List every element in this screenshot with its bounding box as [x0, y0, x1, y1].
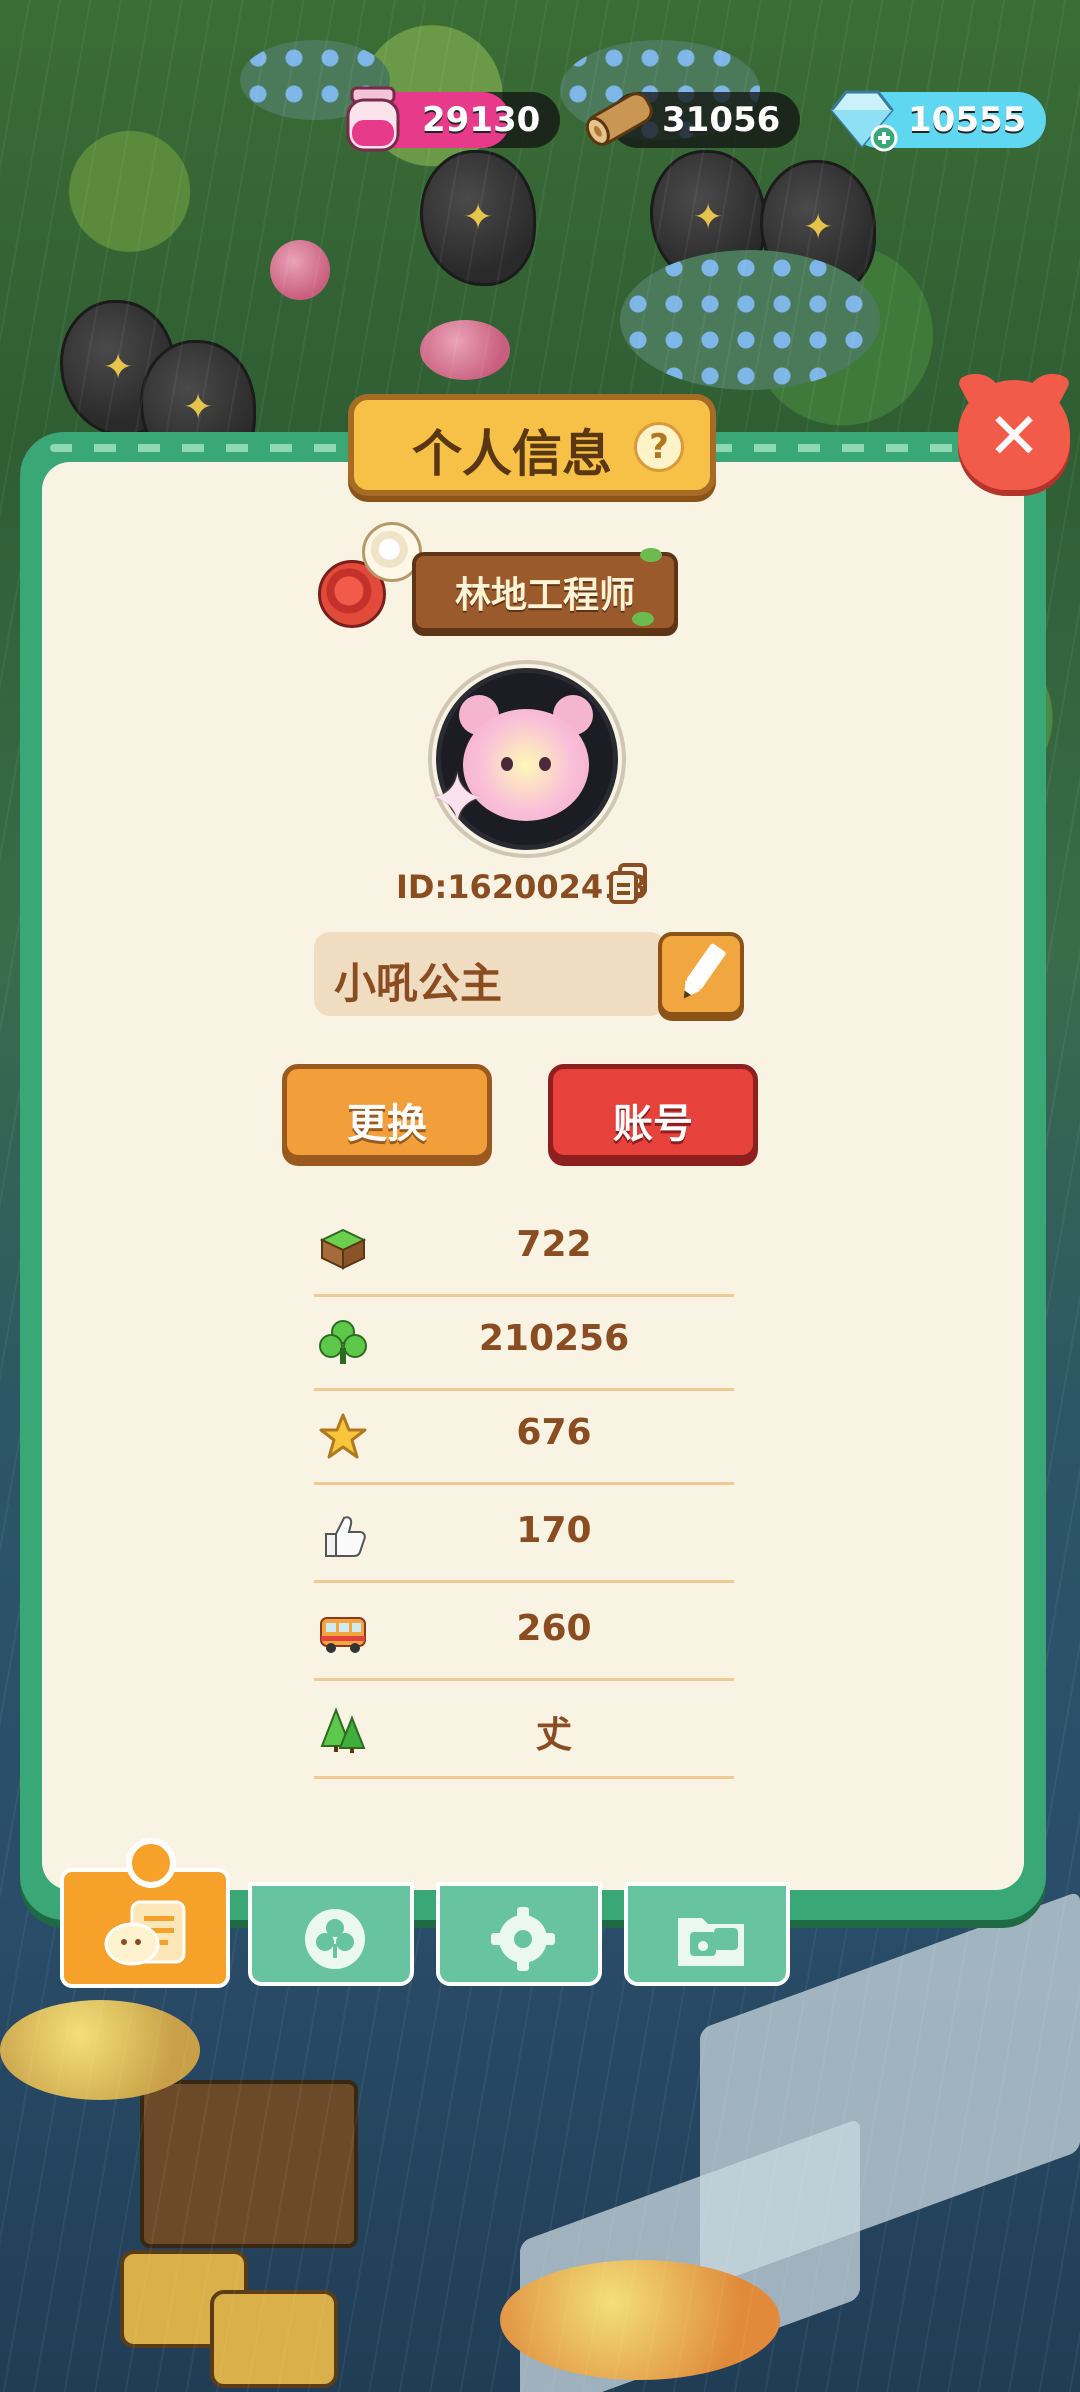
photo-folder-icon [670, 1904, 752, 1974]
diamond-icon[interactable] [822, 84, 902, 154]
close-icon: ✕ [987, 400, 1041, 474]
gems-value: 10555 [908, 100, 1027, 140]
leaf-icon [632, 612, 654, 626]
stat-value: 210256 [478, 1318, 630, 1359]
bear-eye [501, 757, 513, 771]
clover-badge-icon [294, 1904, 376, 1974]
market-stall [140, 2080, 358, 2248]
account-button-label: 账号 [613, 1101, 693, 1147]
wood-value: 31056 [662, 100, 781, 140]
title-badge-label: 林地工程师 [454, 575, 635, 616]
panel-title: 个人信息 [412, 425, 612, 483]
stat-row-clover: 210256 [314, 1292, 734, 1391]
stat-value: 722 [516, 1224, 592, 1265]
stat-row-grass: 722 [314, 1198, 734, 1297]
close-button[interactable]: ✕ [958, 380, 1070, 490]
gear-icon [482, 1904, 564, 1974]
profile-card-icon [102, 1898, 186, 1968]
stat-value: 676 [516, 1412, 592, 1453]
tab-badges[interactable] [248, 1882, 414, 1986]
panel-title-plate: 个人信息 ? [348, 394, 716, 496]
dark-rock-icon [420, 150, 536, 286]
tab-album[interactable] [624, 1882, 790, 1986]
potion-jar-icon [344, 84, 402, 154]
flower-patch [620, 250, 880, 390]
potion-value: 29130 [422, 100, 541, 140]
pencil-icon [683, 943, 726, 999]
tab-ring [126, 1838, 176, 1888]
pine-trees-icon [318, 1706, 368, 1756]
edit-name-button[interactable] [658, 932, 744, 1016]
grass-block-icon [318, 1224, 368, 1274]
tab-settings[interactable] [436, 1882, 602, 1986]
flower-bush [270, 240, 330, 300]
change-button[interactable]: 更换 [282, 1064, 492, 1160]
star-icon [318, 1412, 368, 1462]
stat-value: 260 [516, 1608, 592, 1649]
cart [210, 2290, 338, 2388]
clover-icon [318, 1318, 368, 1368]
stat-row-star: 676 [314, 1386, 734, 1485]
stat-row-bus: 260 [314, 1582, 734, 1681]
tab-profile[interactable] [60, 1838, 230, 1988]
stat-value: 170 [516, 1510, 592, 1551]
wood-log-icon [580, 82, 658, 154]
bus-icon [318, 1608, 368, 1658]
nickname-field[interactable]: 小吼公主 [314, 932, 666, 1016]
nickname-value: 小吼公主 [334, 959, 503, 1008]
star-decoration-icon: ✦ [428, 758, 487, 840]
flower-bed [0, 2000, 200, 2100]
change-button-label: 更换 [347, 1101, 427, 1147]
thumbs-up-icon [318, 1510, 368, 1560]
flower-bush [420, 320, 510, 380]
stat-row-trees: 𠀋 [314, 1680, 734, 1779]
stat-row-likes: 170 [314, 1484, 734, 1583]
stat-value: 𠀋 [535, 1715, 572, 1756]
copy-icon[interactable] [608, 862, 648, 904]
help-icon[interactable]: ? [634, 422, 684, 472]
leaf-icon [640, 548, 662, 562]
account-button[interactable]: 账号 [548, 1064, 758, 1160]
bear-eye [539, 757, 551, 771]
flower-bed [500, 2260, 780, 2380]
